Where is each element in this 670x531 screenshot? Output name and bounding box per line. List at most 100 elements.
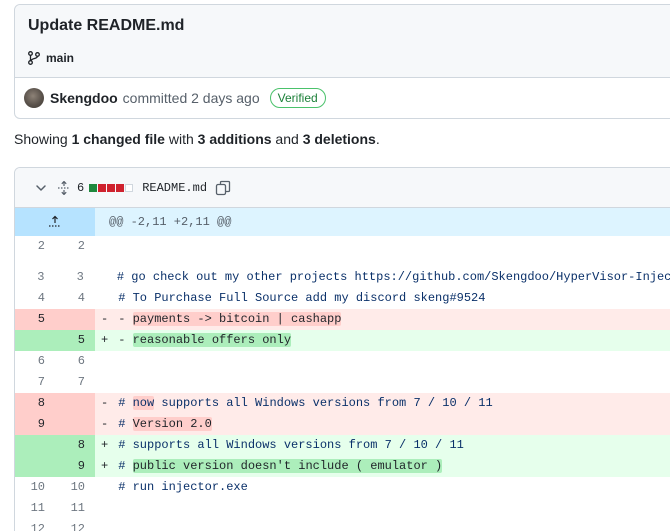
hunk-header: @@ -2,11 +2,11 @@ bbox=[95, 208, 670, 236]
git-branch-icon bbox=[28, 51, 40, 65]
diff-marker bbox=[95, 236, 111, 257]
diffstat-block-del bbox=[107, 183, 116, 192]
chevron-down-icon[interactable] bbox=[35, 182, 47, 194]
code-text: # To Purchase Full Source add my discord… bbox=[111, 291, 486, 305]
diff-line-ctx: 22 bbox=[15, 236, 670, 257]
changed-text: now bbox=[132, 396, 155, 410]
summary-period: . bbox=[375, 131, 380, 147]
old-line-number[interactable]: 5 bbox=[15, 309, 55, 330]
old-line-number[interactable]: 8 bbox=[15, 393, 55, 414]
diff-marker bbox=[95, 498, 111, 519]
diff-line-ctx: 44 # To Purchase Full Source add my disc… bbox=[15, 288, 670, 309]
changed-text: Version 2.0 bbox=[132, 417, 212, 431]
diffstat-block-del bbox=[98, 183, 107, 192]
code-text: # bbox=[111, 459, 133, 473]
new-line-number[interactable]: 10 bbox=[55, 477, 95, 498]
diff-line-ctx: 77 bbox=[15, 372, 670, 393]
code-content: - payments -> bitcoin | cashapp bbox=[111, 309, 670, 330]
code-content: # To Purchase Full Source add my discord… bbox=[111, 288, 670, 309]
copy-icon[interactable] bbox=[215, 180, 231, 196]
code-text: # supports all Windows versions from 7 /… bbox=[111, 438, 464, 452]
author-row: Skengdoo committed 2 days ago Verified bbox=[15, 78, 670, 118]
new-line-number[interactable] bbox=[55, 309, 95, 330]
branch-row: main bbox=[28, 50, 670, 66]
author-link[interactable]: Skengdoo bbox=[50, 90, 118, 106]
old-line-number[interactable]: 4 bbox=[15, 288, 55, 309]
diff-line-add: 8 + # supports all Windows versions from … bbox=[15, 435, 670, 456]
commit-header-box: Update README.md main Skengdoo committed… bbox=[14, 4, 670, 119]
new-line-number[interactable]: 3 bbox=[54, 267, 93, 288]
diff-line-ctx: 11 11 bbox=[15, 498, 670, 519]
branch-name-link[interactable]: main bbox=[46, 51, 74, 65]
code-text: # bbox=[111, 417, 133, 431]
diff-marker bbox=[95, 519, 111, 531]
file-diff-box: 6 README.md @@ -2,11 +2,11 @@ 2233 # go … bbox=[14, 167, 670, 531]
old-line-number[interactable]: 2 bbox=[15, 236, 55, 257]
diffstat-block-neu bbox=[125, 183, 134, 192]
new-line-number[interactable]: 6 bbox=[55, 351, 95, 372]
summary-changed: 1 changed file bbox=[71, 131, 165, 147]
old-line-number[interactable]: 10 bbox=[15, 477, 55, 498]
diff-line-ctx: 66 bbox=[15, 351, 670, 372]
old-line-number[interactable]: 9 bbox=[15, 414, 55, 435]
summary-with: with bbox=[164, 131, 198, 147]
code-content: # go check out my other projects https:/… bbox=[110, 267, 670, 288]
diff-line-ctx: 33 # go check out my other projects http… bbox=[15, 267, 670, 288]
code-content bbox=[111, 519, 670, 531]
expand-up-button[interactable] bbox=[15, 208, 95, 236]
old-line-number[interactable]: 7 bbox=[15, 372, 55, 393]
new-line-number[interactable]: 4 bbox=[55, 288, 95, 309]
commit-time: committed 2 days ago bbox=[122, 90, 260, 106]
code-content: # public version doesn't include ( emula… bbox=[111, 456, 670, 477]
new-line-number[interactable]: 2 bbox=[55, 236, 95, 257]
diff-marker bbox=[95, 351, 111, 372]
new-line-number[interactable] bbox=[55, 414, 95, 435]
commit-head: Update README.md main bbox=[15, 5, 670, 78]
old-line-number[interactable] bbox=[15, 456, 55, 477]
old-line-number[interactable] bbox=[15, 330, 55, 351]
expand-up-icon bbox=[49, 215, 61, 227]
old-line-number[interactable]: 11 bbox=[15, 498, 55, 519]
new-line-number[interactable]: 12 bbox=[55, 519, 95, 531]
diff-line-del: 5 - - payments -> bitcoin | cashapp bbox=[15, 309, 670, 330]
old-line-number[interactable]: 6 bbox=[15, 351, 55, 372]
old-line-number[interactable]: 3 bbox=[15, 267, 54, 288]
diff-marker bbox=[95, 477, 111, 498]
diff-marker: + bbox=[95, 435, 111, 456]
diffstat-block-del bbox=[116, 183, 125, 192]
verified-badge[interactable]: Verified bbox=[269, 88, 326, 108]
summary-deletions: 3 deletions bbox=[302, 131, 376, 147]
code-text: supports all Windows versions from 7 / 1… bbox=[154, 396, 493, 410]
code-content: # Version 2.0 bbox=[111, 414, 670, 435]
new-line-number[interactable]: 11 bbox=[55, 498, 95, 519]
diffstat-count: 6 bbox=[77, 180, 85, 195]
diff-marker bbox=[95, 288, 111, 309]
file-name-link[interactable]: README.md bbox=[142, 181, 207, 195]
expand-all-icon[interactable] bbox=[57, 180, 71, 195]
new-line-number[interactable] bbox=[55, 393, 95, 414]
summary-and: and bbox=[271, 131, 303, 147]
diff-spacer bbox=[15, 257, 670, 267]
old-line-number[interactable]: 12 bbox=[15, 519, 55, 531]
diff-line-ctx: 10 10 # run injector.exe bbox=[15, 477, 670, 498]
diff-line-add: 9 + # public version doesn't include ( em… bbox=[15, 456, 670, 477]
file-header: 6 README.md bbox=[15, 168, 670, 208]
code-text: # bbox=[111, 396, 133, 410]
diff-marker: + bbox=[95, 330, 111, 351]
diff-marker: + bbox=[95, 456, 111, 477]
diff-line-del: 8 - # now supports all Windows versions f… bbox=[15, 393, 670, 414]
diffstat-block-add bbox=[89, 183, 98, 192]
new-line-number[interactable]: 5 bbox=[55, 330, 95, 351]
code-text: - bbox=[111, 312, 133, 326]
avatar[interactable] bbox=[24, 88, 44, 108]
code-content: - reasonable offers only bbox=[111, 330, 670, 351]
diff-marker bbox=[95, 372, 111, 393]
diffstat-blocks bbox=[89, 183, 134, 192]
new-line-number[interactable]: 9 bbox=[55, 456, 95, 477]
code-content bbox=[111, 236, 670, 257]
old-line-number[interactable] bbox=[15, 435, 55, 456]
new-line-number[interactable]: 8 bbox=[55, 435, 95, 456]
changed-text: reasonable offers only bbox=[132, 333, 292, 347]
code-content: # supports all Windows versions from 7 /… bbox=[111, 435, 670, 456]
new-line-number[interactable]: 7 bbox=[55, 372, 95, 393]
